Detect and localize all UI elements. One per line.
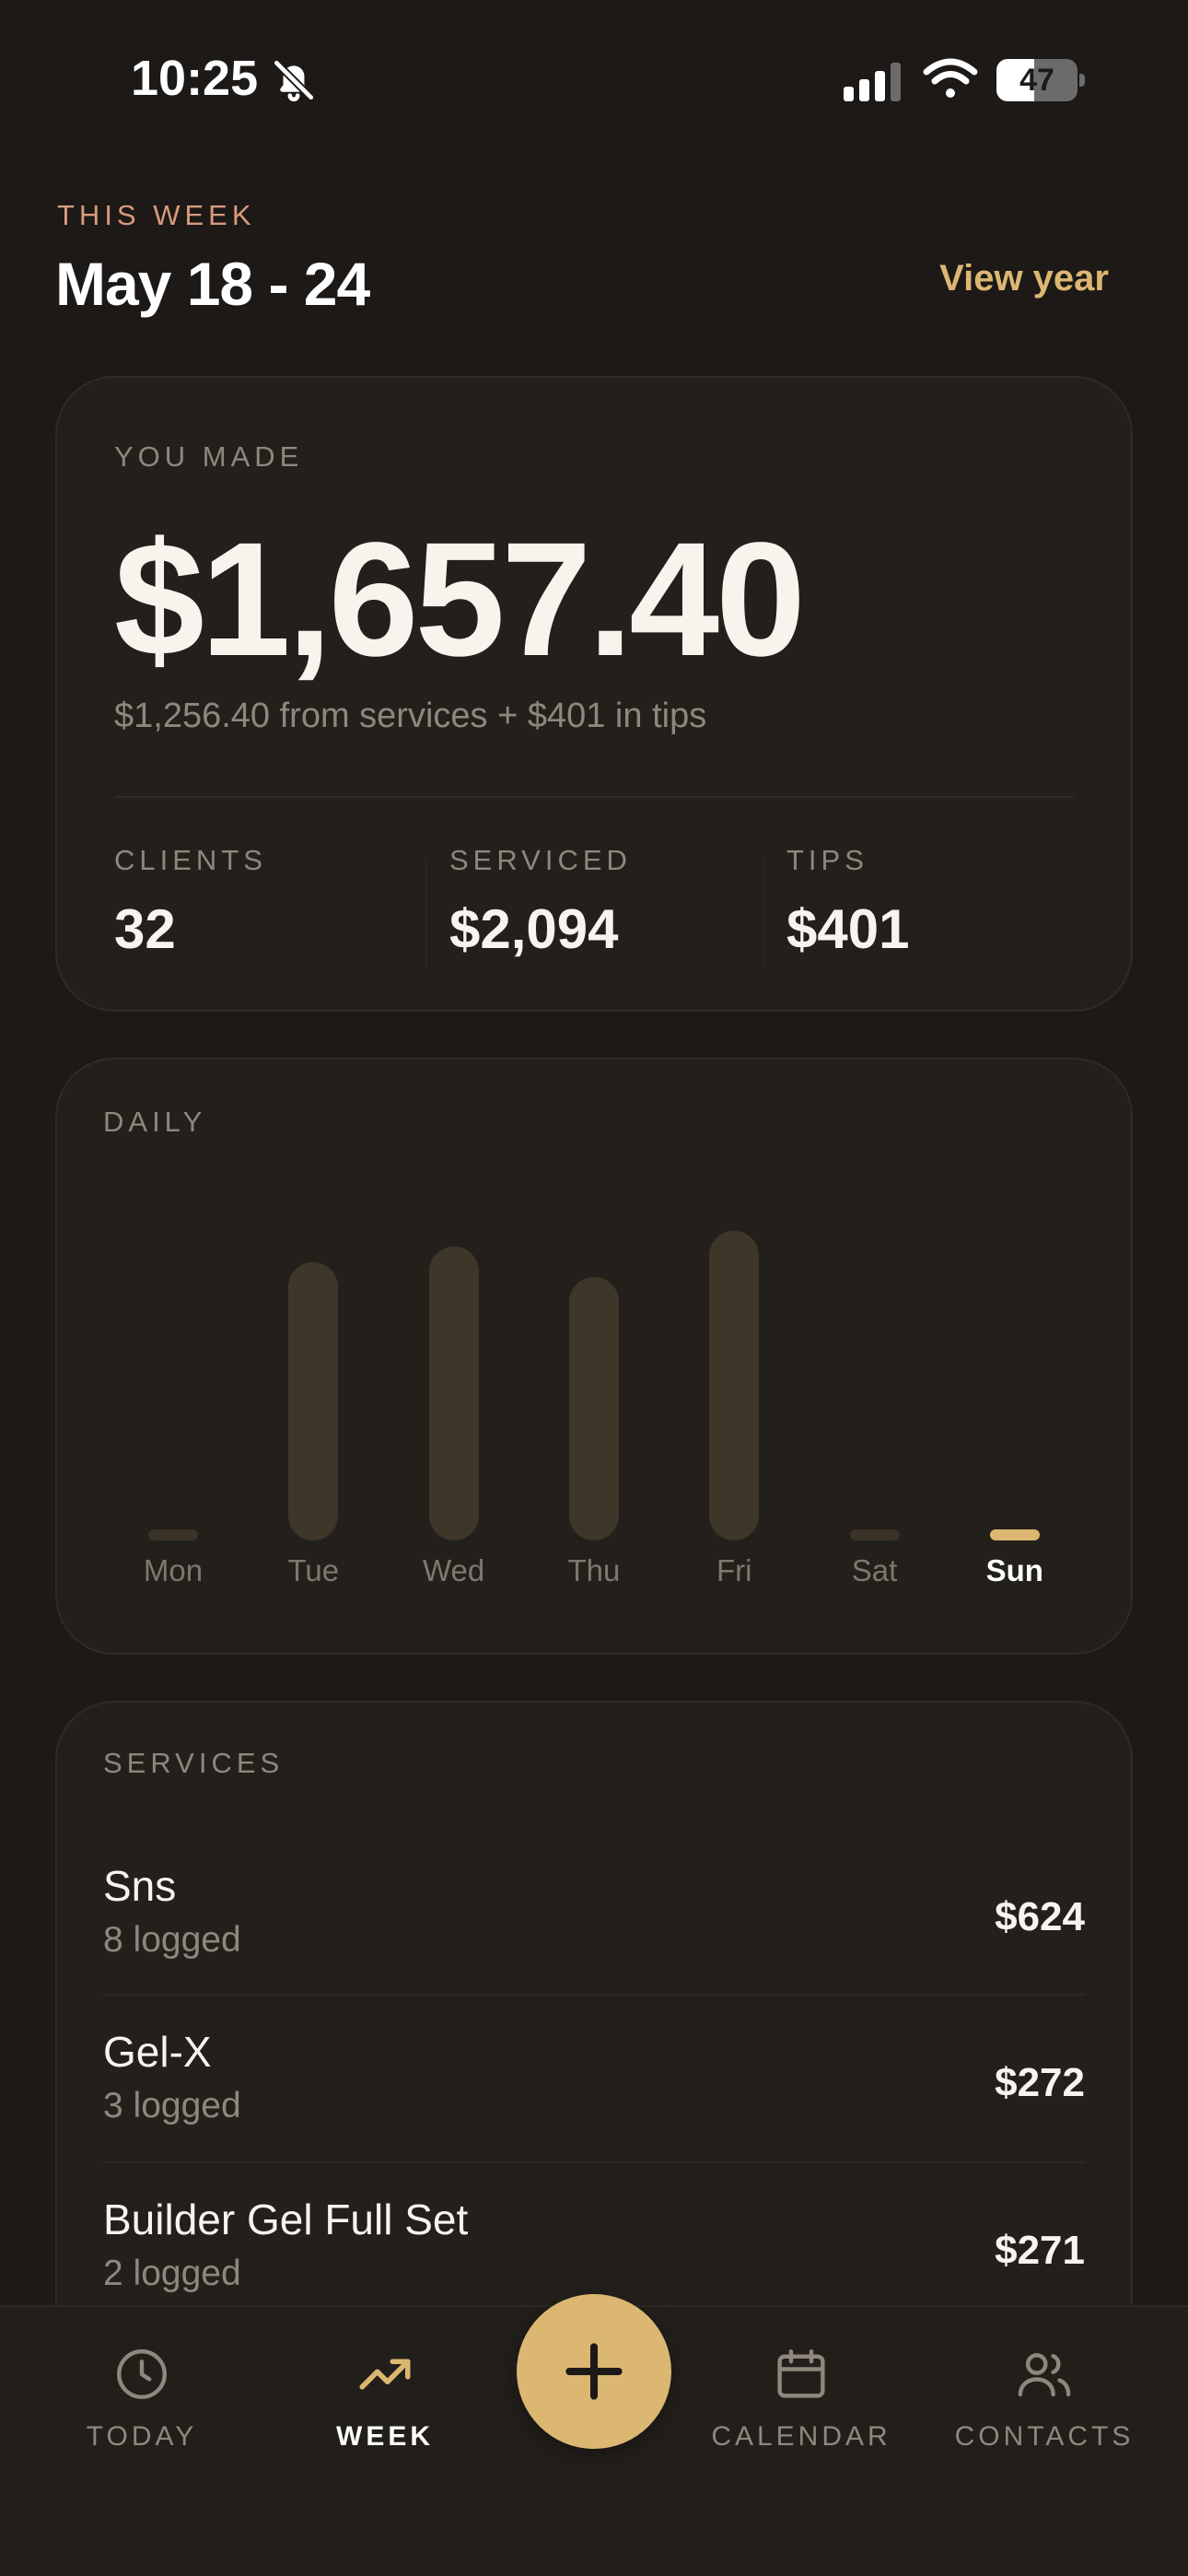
service-amount: $624: [995, 1894, 1085, 1939]
tab-label: TODAY: [86, 2421, 198, 2452]
battery-percent: 47: [1019, 63, 1054, 98]
stat-serviced: SERVICED $2,094: [449, 844, 632, 961]
service-name: Builder Gel Full Set: [103, 2195, 469, 2243]
calendar-icon: [777, 2349, 825, 2398]
chart-bar-sat[interactable]: [849, 1529, 900, 1540]
daily-bar-chart: Mon Tue Wed Thu Fri Sat Sun: [57, 1060, 1135, 1657]
divider: [103, 2161, 1085, 2163]
chart-tick-label: Mon: [143, 1553, 204, 1587]
chart-tick-label: Sat: [851, 1553, 898, 1587]
tab-label: CALENDAR: [711, 2421, 891, 2452]
battery-cap: [1079, 74, 1085, 87]
plus-icon: [565, 2343, 623, 2400]
earnings-label: YOU MADE: [114, 440, 304, 473]
stat-value: $2,094: [449, 898, 619, 960]
chart-tick-label: Thu: [567, 1553, 621, 1587]
battery-icon: 47: [996, 59, 1085, 101]
tab-contacts[interactable]: CONTACTS: [925, 2344, 1164, 2453]
stat-label: TIPS: [786, 844, 868, 876]
earnings-card: YOU MADE $1,657.40 $1,256.40 from servic…: [55, 376, 1133, 1012]
earnings-breakdown: $1,256.40 from services + $401 in tips: [114, 697, 707, 735]
stat-separator: [763, 859, 764, 967]
service-name: Gel-X: [103, 2028, 212, 2076]
battery-body: 47: [996, 59, 1077, 101]
services-label: SERVICES: [103, 1747, 285, 1779]
chart-bar-thu[interactable]: [568, 1277, 619, 1540]
chart-tick-label: Sun: [985, 1553, 1043, 1587]
users-icon: [1018, 2353, 1071, 2397]
status-time: 10:25: [131, 51, 259, 106]
stat-separator: [425, 859, 427, 967]
stat-label: CLIENTS: [114, 844, 267, 876]
cellular-signal-icon: [842, 61, 904, 101]
service-count: 2 logged: [103, 2254, 241, 2293]
divider: [103, 1994, 1085, 1996]
service-count: 8 logged: [103, 1920, 241, 1960]
chart-bar-sun[interactable]: [989, 1529, 1040, 1540]
chart-bar-fri[interactable]: [709, 1231, 760, 1540]
bell-slash-icon: [271, 57, 317, 103]
daily-card: DAILY Mon Tue Wed Thu Fri Sat Sun: [55, 1058, 1133, 1655]
service-name: Sns: [103, 1862, 177, 1910]
stat-value: $401: [786, 898, 910, 960]
service-amount: $271: [995, 2228, 1085, 2273]
service-amount: $272: [995, 2060, 1085, 2105]
stat-value: 32: [114, 898, 176, 960]
tab-label: WEEK: [336, 2421, 434, 2452]
wifi-icon: [921, 57, 980, 101]
service-count: 3 logged: [103, 2086, 241, 2125]
page-title: May 18 - 24: [55, 250, 370, 318]
chart-bar-tue[interactable]: [288, 1261, 339, 1540]
view-year-link[interactable]: View year: [939, 258, 1109, 299]
service-row[interactable]: Gel-X 3 logged $272: [103, 2027, 1085, 2193]
chart-bar-mon[interactable]: [148, 1529, 198, 1540]
chart-tick-label: Tue: [287, 1553, 340, 1587]
status-bar: 10:25 47: [0, 0, 1188, 157]
chart-tick-label: Fri: [716, 1553, 752, 1587]
chart-tick-label: Wed: [422, 1553, 485, 1587]
stat-label: SERVICED: [449, 844, 632, 876]
stat-clients: CLIENTS 32: [114, 844, 267, 961]
divider: [114, 796, 1074, 798]
tab-today[interactable]: TODAY: [22, 2344, 262, 2453]
add-button[interactable]: [517, 2294, 671, 2449]
earnings-amount: $1,657.40: [114, 509, 806, 690]
trending-up-icon: [359, 2359, 411, 2390]
tab-calendar[interactable]: CALENDAR: [681, 2344, 921, 2453]
service-row[interactable]: Sns 8 logged $624: [103, 1861, 1085, 2027]
tab-week[interactable]: WEEK: [265, 2344, 505, 2453]
tab-label: CONTACTS: [954, 2421, 1135, 2452]
stat-tips: TIPS $401: [786, 844, 909, 961]
chart-bar-wed[interactable]: [428, 1246, 479, 1540]
week-eyebrow: THIS WEEK: [57, 199, 256, 231]
clock-icon: [117, 2349, 167, 2399]
